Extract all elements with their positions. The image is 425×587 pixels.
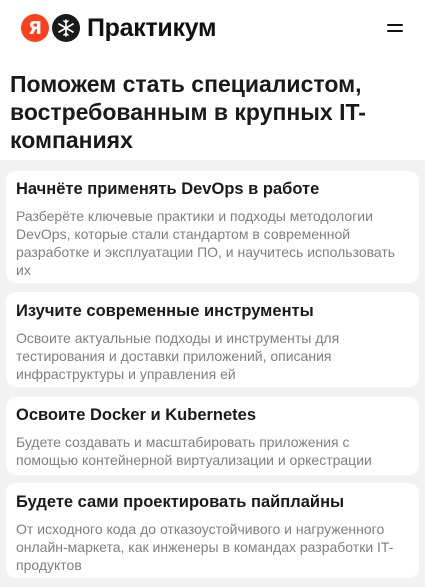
feature-description: Разберёте ключевые практики и подходы ме… xyxy=(16,208,396,278)
feature-title: Освоите Docker и Kubernetes xyxy=(16,406,257,424)
yandex-logo-icon: Я xyxy=(21,14,49,42)
praktikum-logo[interactable]: Я Практикум xyxy=(21,13,216,43)
hamburger-menu-icon xyxy=(387,30,403,32)
hero-section: Поможем стать специалистом, востребованн… xyxy=(0,60,425,160)
feature-title: Изучите современные инструменты xyxy=(16,302,314,320)
feature-card: Будете сами проектировать пайплайны От и… xyxy=(6,483,419,578)
hamburger-menu-icon xyxy=(387,24,403,26)
praktikum-snowflake-icon xyxy=(52,14,80,42)
feature-title: Начнёте применять DevOps в работе xyxy=(16,180,320,198)
feature-description: Освоите актуальные подходы и инструменты… xyxy=(16,330,340,382)
feature-card: Освоите Docker и Kubernetes Будете созда… xyxy=(6,397,419,475)
feature-title: Будете сами проектировать пайплайны xyxy=(16,493,345,511)
top-bar: Я Практикум xyxy=(0,0,425,60)
page-title: Поможем стать специалистом, востребованн… xyxy=(10,71,366,153)
brand-name: Практикум xyxy=(87,13,217,42)
feature-card: Начнёте применять DevOps в работе Разбер… xyxy=(6,171,419,283)
menu-button[interactable] xyxy=(387,21,403,35)
feature-description: Будете создавать и масштабировать прилож… xyxy=(16,434,372,468)
feature-card: Изучите современные инструменты Освоите … xyxy=(6,292,419,387)
feature-description: От исходного кода до отказоустойчивого и… xyxy=(16,521,394,573)
